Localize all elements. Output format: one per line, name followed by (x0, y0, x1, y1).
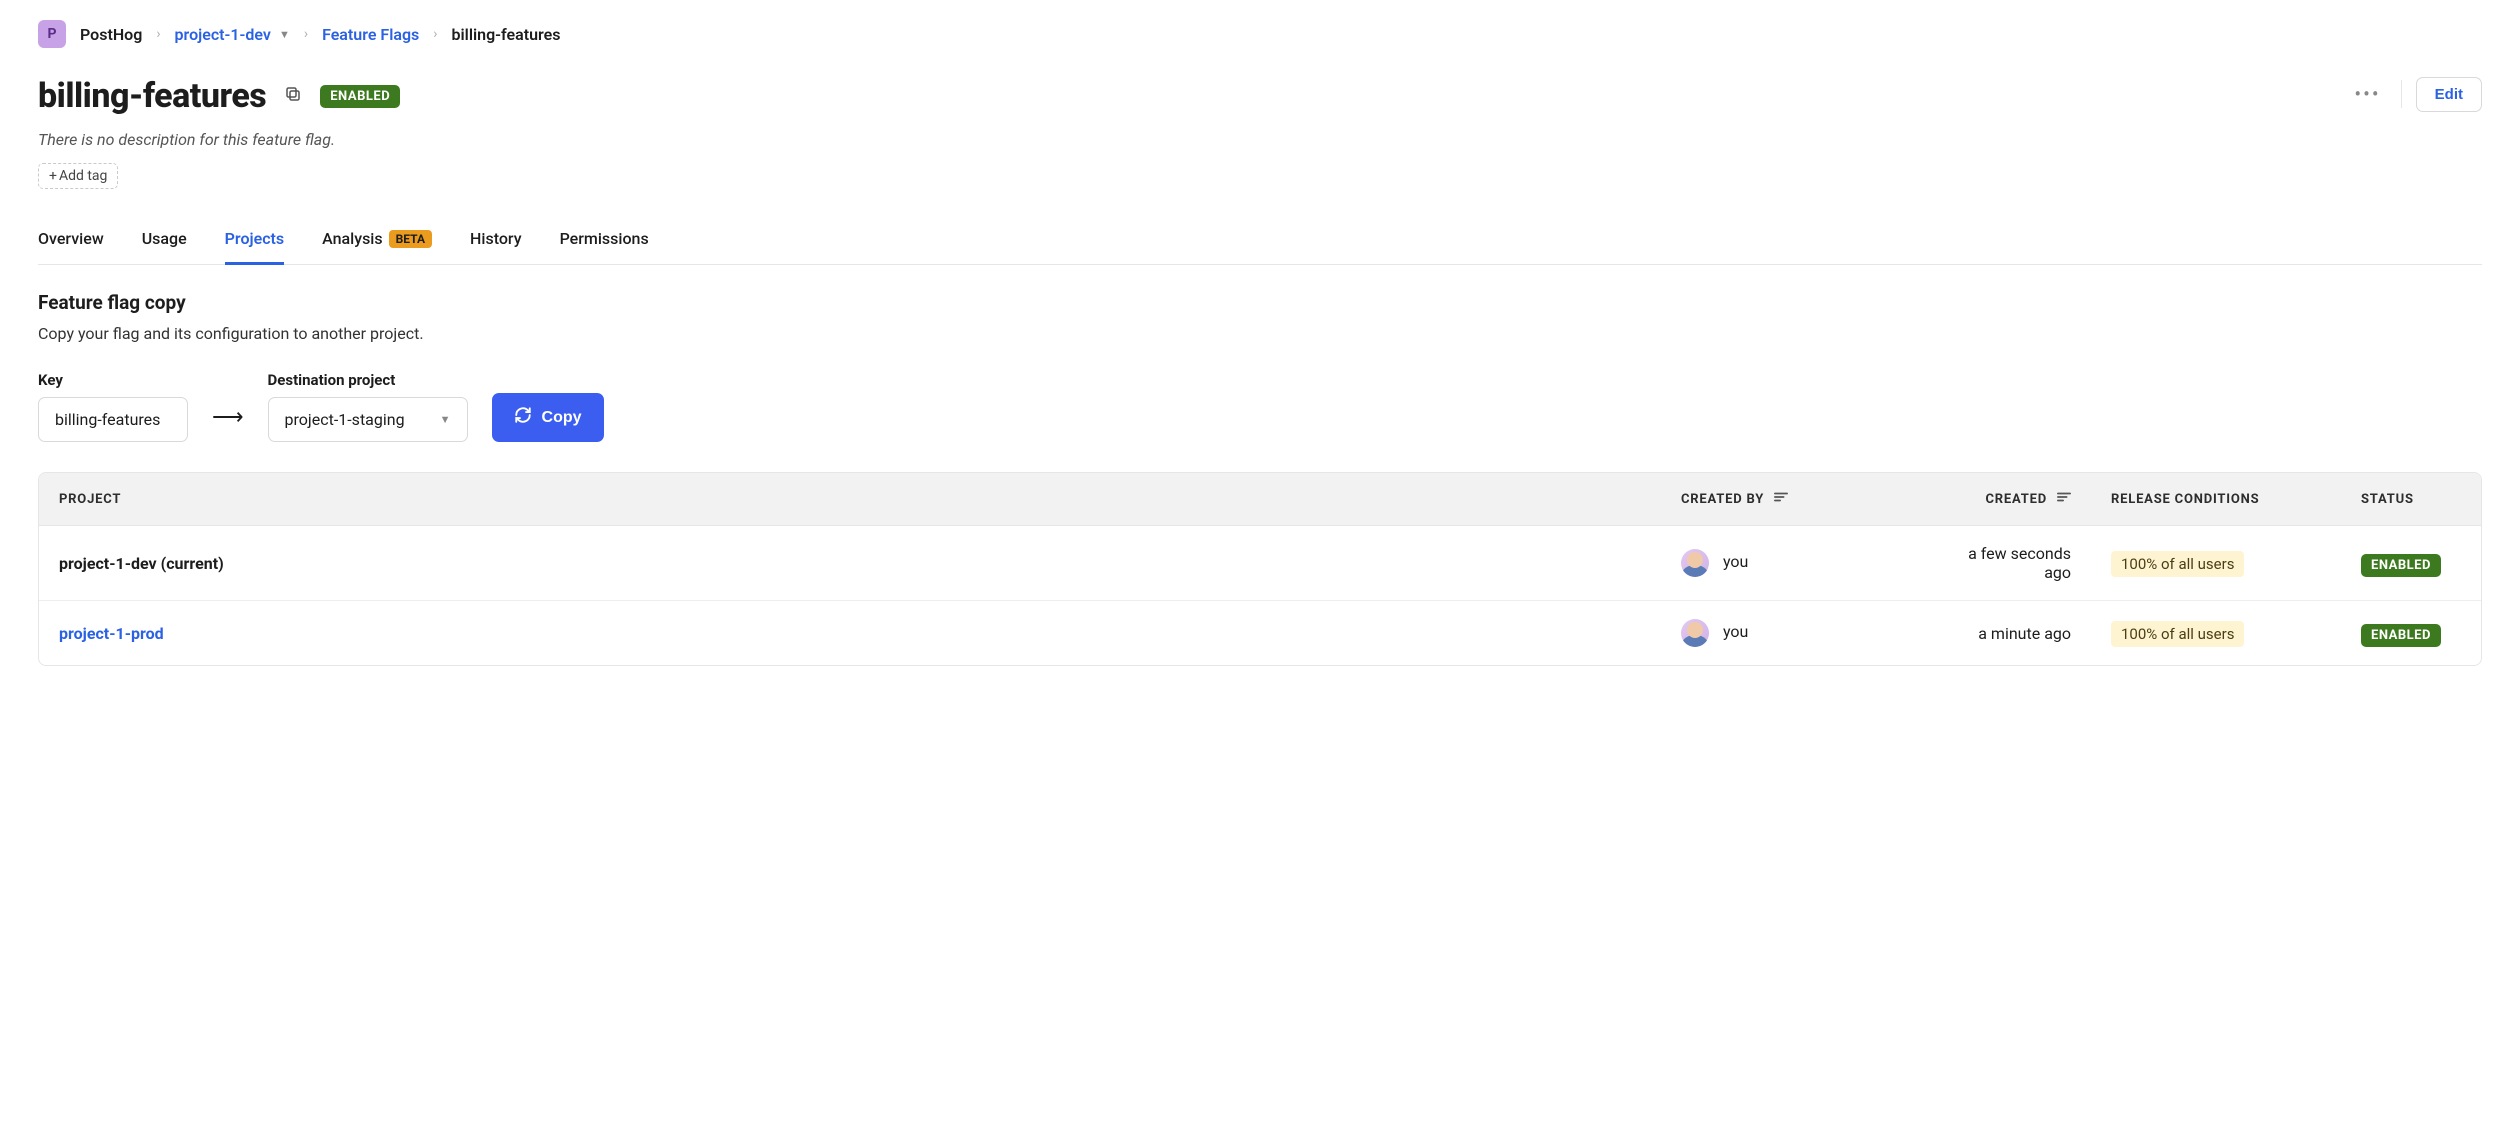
tab-analysis[interactable]: Analysis BETA (322, 219, 432, 265)
breadcrumb-item: billing-features (452, 25, 561, 44)
created-time: a minute ago (1978, 624, 2071, 643)
col-release-conditions[interactable]: RELEASE CONDITIONS (2091, 473, 2341, 526)
tab-label: Permissions (560, 229, 649, 248)
edit-button[interactable]: Edit (2416, 77, 2482, 112)
copy-form: Key billing-features ⟶ Destination proje… (38, 371, 2482, 442)
release-badge: 100% of all users (2111, 551, 2244, 577)
key-label: Key (38, 371, 188, 389)
destination-label: Destination project (268, 371, 468, 389)
beta-badge: BETA (389, 230, 432, 248)
col-created-by[interactable]: CREATED BY (1661, 473, 1921, 526)
key-input[interactable]: billing-features (38, 397, 188, 442)
add-tag-label: Add tag (59, 168, 107, 184)
project-name: project-1-dev (current) (59, 554, 224, 573)
sort-icon (2057, 492, 2071, 507)
copy-button-label: Copy (542, 409, 582, 427)
tab-permissions[interactable]: Permissions (560, 219, 649, 265)
projects-table: PROJECT CREATED BY CREATED RELEASE CONDI… (38, 472, 2482, 666)
created-by-name: you (1723, 622, 1748, 641)
tab-label: Overview (38, 229, 104, 248)
copy-icon[interactable] (280, 81, 306, 111)
col-created[interactable]: CREATED (1921, 473, 2091, 526)
tab-label: History (470, 229, 522, 248)
sort-icon (1774, 492, 1788, 507)
chevron-right-icon: › (304, 26, 308, 42)
section-title: Feature flag copy (38, 291, 2482, 314)
col-status[interactable]: STATUS (2341, 473, 2481, 526)
sync-icon (514, 406, 532, 429)
chevron-right-icon: › (433, 26, 437, 42)
breadcrumb-section[interactable]: Feature Flags (322, 25, 419, 44)
destination-value: project-1-staging (285, 410, 405, 429)
destination-select[interactable]: project-1-staging ▼ (268, 397, 468, 442)
section-description: Copy your flag and its configuration to … (38, 324, 2482, 343)
tab-usage[interactable]: Usage (142, 219, 187, 265)
table-row[interactable]: project-1-prod you a minute ago 100% of … (39, 601, 2481, 666)
copy-button[interactable]: Copy (492, 393, 604, 442)
arrow-right-icon: ⟶ (212, 405, 244, 442)
status-badge: ENABLED (2361, 554, 2441, 577)
tab-label: Projects (225, 229, 285, 248)
release-badge: 100% of all users (2111, 621, 2244, 647)
tab-projects[interactable]: Projects (225, 219, 285, 265)
avatar (1681, 549, 1709, 577)
page-title: billing-features (38, 76, 266, 116)
col-project[interactable]: PROJECT (39, 473, 1661, 526)
tab-overview[interactable]: Overview (38, 219, 104, 265)
table-row[interactable]: project-1-dev (current) you a few second… (39, 526, 2481, 601)
caret-down-icon[interactable]: ▼ (279, 28, 290, 41)
breadcrumb-org[interactable]: PostHog (80, 25, 142, 44)
breadcrumb-project[interactable]: project-1-dev (175, 25, 271, 44)
status-badge: ENABLED (320, 85, 400, 108)
breadcrumb: P PostHog › project-1-dev ▼ › Feature Fl… (38, 20, 2482, 48)
flag-description: There is no description for this feature… (38, 130, 2482, 149)
divider (2401, 80, 2402, 108)
tabs: Overview Usage Projects Analysis BETA Hi… (38, 219, 2482, 265)
tab-label: Usage (142, 229, 187, 248)
created-by-name: you (1723, 552, 1748, 571)
tab-label: Analysis (322, 229, 382, 248)
plus-icon: + (49, 168, 57, 184)
created-time: a few seconds ago (1968, 544, 2071, 582)
chevron-right-icon: › (156, 26, 160, 42)
page-header: billing-features ENABLED ••• Edit (38, 76, 2482, 116)
more-actions-button[interactable]: ••• (2348, 76, 2386, 112)
project-name-link[interactable]: project-1-prod (59, 624, 164, 643)
tab-history[interactable]: History (470, 219, 522, 265)
caret-down-icon: ▼ (440, 413, 451, 426)
status-badge: ENABLED (2361, 624, 2441, 647)
org-logo[interactable]: P (38, 20, 66, 48)
avatar (1681, 619, 1709, 647)
add-tag-button[interactable]: + Add tag (38, 163, 118, 189)
